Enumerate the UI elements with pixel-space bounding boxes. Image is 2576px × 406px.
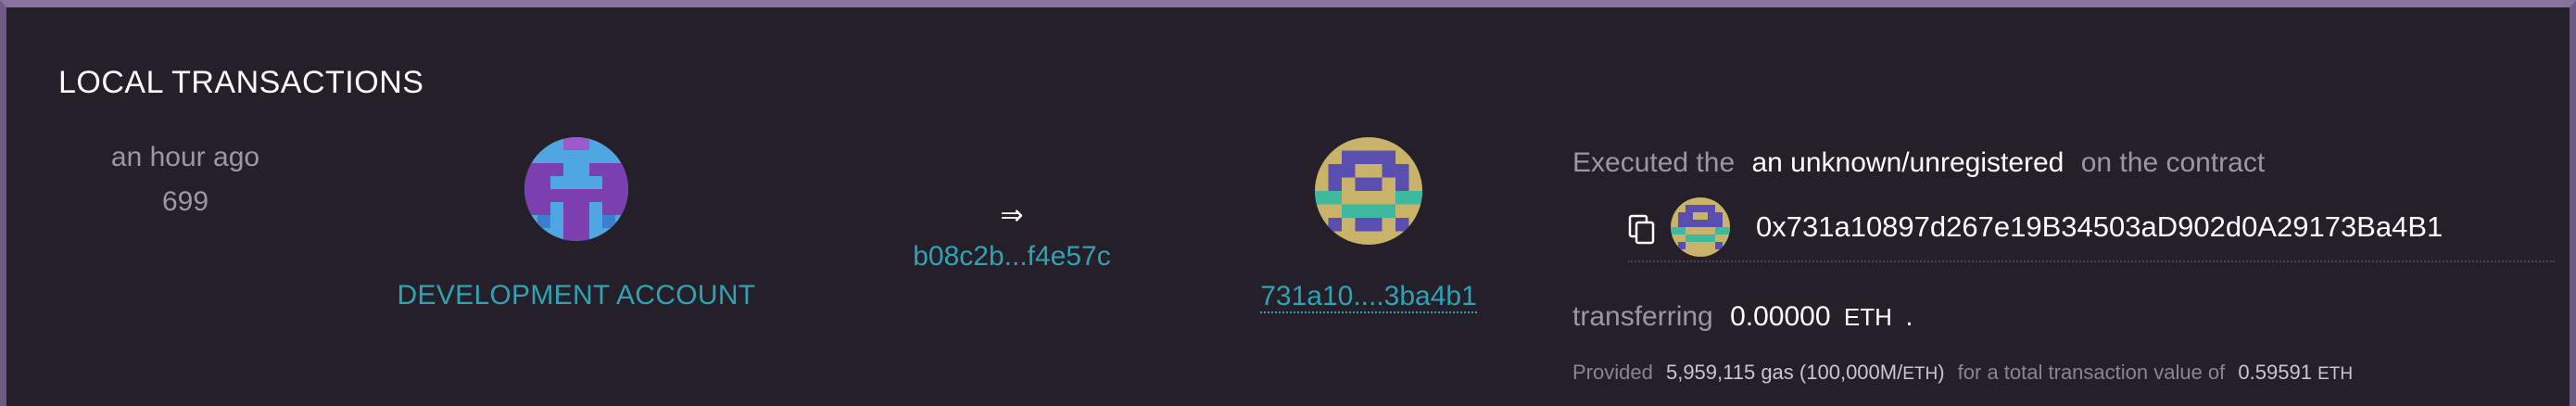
transfer-amount: 0.00000 bbox=[1730, 301, 1831, 333]
total-value: 0.59591 ETH bbox=[2238, 361, 2353, 384]
to-account[interactable]: 731a10....3ba4b1 bbox=[1239, 137, 1498, 313]
transaction-details: Executed the an unknown/unregistered on … bbox=[1572, 146, 2555, 385]
transfer-summary: transferring 0.00000 ETH . bbox=[1572, 301, 2555, 333]
gas-amount: 5,959,115 gas (100,000M/ETH) bbox=[1666, 361, 1945, 384]
total-label: for a total transaction value of bbox=[1957, 361, 2226, 385]
gas-price-close: ) bbox=[1938, 361, 1945, 385]
contract-address[interactable]: 0x731a10897d267e19B34503aD902d0A29173Ba4… bbox=[1756, 210, 2443, 244]
transactions-panel: LOCAL TRANSACTIONS an hour ago 699 DEVEL… bbox=[0, 0, 2576, 406]
total-value-number: 0.59591 bbox=[2238, 361, 2312, 385]
provided-label: Provided bbox=[1572, 361, 1653, 385]
block-number: 699 bbox=[161, 186, 209, 217]
execution-summary: Executed the an unknown/unregistered on … bbox=[1572, 146, 2555, 179]
transaction-link[interactable]: ⇒ b08c2b...f4e57c bbox=[878, 202, 1146, 273]
to-address-link[interactable]: 731a10....3ba4b1 bbox=[1260, 282, 1477, 313]
transfer-end: . bbox=[1905, 301, 1913, 333]
from-account-label[interactable]: DEVELOPMENT ACCOUNT bbox=[377, 280, 776, 311]
gas-price-unit: ETH bbox=[1902, 364, 1938, 385]
transaction-time: an hour ago 699 bbox=[71, 142, 299, 218]
gas-summary: Provided 5,959,115 gas (100,000M/ETH) fo… bbox=[1572, 361, 2555, 385]
transfer-unit: ETH bbox=[1843, 303, 1892, 332]
total-unit: ETH bbox=[2317, 364, 2354, 385]
contract-address-row: 0x731a10897d267e19B34503aD902d0A29173Ba4… bbox=[1628, 197, 2555, 263]
arrow-right-icon: ⇒ bbox=[1000, 200, 1024, 231]
executed-prefix: Executed the bbox=[1572, 147, 1736, 179]
gas-amount-value: 5,959,115 gas bbox=[1665, 361, 1794, 385]
executed-suffix: on the contract bbox=[2080, 147, 2266, 179]
from-account[interactable]: DEVELOPMENT ACCOUNT bbox=[377, 137, 776, 311]
from-identicon-icon bbox=[524, 137, 628, 241]
gas-price-open: (100,000M/ bbox=[1799, 361, 1903, 385]
copy-icon[interactable] bbox=[1628, 214, 1656, 246]
to-identicon-icon bbox=[1315, 137, 1422, 245]
time-ago: an hour ago bbox=[110, 142, 260, 172]
transferring-label: transferring bbox=[1572, 301, 1713, 333]
contract-identicon-icon bbox=[1671, 197, 1730, 258]
section-title: LOCAL TRANSACTIONS bbox=[58, 65, 424, 100]
method-name: an unknown/unregistered bbox=[1751, 147, 2065, 179]
tx-hash-link[interactable]: b08c2b...f4e57c bbox=[878, 241, 1146, 273]
